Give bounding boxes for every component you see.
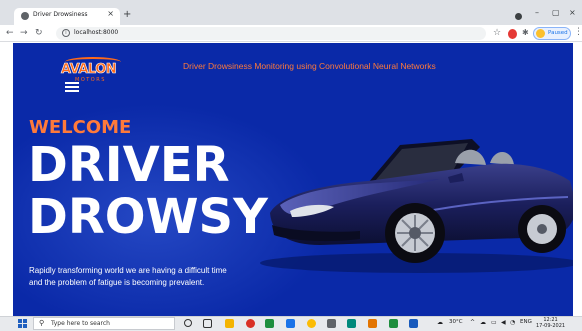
close-window-button[interactable]: × [569,8,576,17]
tab-title: Driver Drowsiness [33,11,88,18]
browser-menu-icon[interactable]: ⋮ [574,27,582,37]
globe-icon [21,12,29,20]
search-placeholder: Type here to search [51,320,110,327]
tagline-line2: and the problem of fatigue is becoming p… [29,278,205,287]
profile-paused-button[interactable]: Paused [533,27,571,40]
extensions-puzzle-icon[interactable]: ✱ [522,28,529,37]
weather-icon[interactable]: ☁ [437,319,443,326]
logo-word: AVALON [61,62,117,78]
extension-icon[interactable] [508,29,517,39]
app-teal-icon[interactable] [347,319,356,328]
maximize-button[interactable]: ▢ [552,8,560,17]
tray-chevron-icon[interactable]: ^ [470,319,475,326]
app-green-icon[interactable] [265,319,274,328]
hamburger-menu-icon[interactable] [65,82,79,92]
profile-status-label: Paused [548,30,568,36]
hero-tagline: Rapidly transforming world we are having… [29,265,279,289]
new-tab-button[interactable]: + [123,9,131,21]
search-icon: ⚲ [39,319,45,327]
weather-temp[interactable]: 30°C [449,319,463,325]
windows-start-icon[interactable] [18,319,27,328]
sports-car-image [260,139,573,273]
tagline-line1: Rapidly transforming world we are having… [29,266,227,275]
logo-sub: MOTORS [75,77,106,83]
reload-button[interactable]: ↻ [35,27,43,39]
page-hero: AVALON MOTORS Driver Drowsiness Monitori… [13,43,573,316]
tab-strip: Driver Drowsiness × + – ▢ × [0,0,582,25]
file-explorer-icon[interactable] [225,319,234,328]
task-view-icon[interactable] [203,319,212,328]
back-button[interactable]: ← [6,27,14,39]
app-red-icon[interactable] [246,319,255,328]
system-clock[interactable]: 12:21 17-09-2021 [536,317,565,329]
avalon-logo[interactable]: AVALON MOTORS [61,55,123,85]
battery-icon[interactable]: ▭ [491,319,497,326]
avatar [536,29,545,38]
tab-driver-drowsiness[interactable]: Driver Drowsiness × [14,8,120,25]
welcome-heading: WELCOME [29,117,132,138]
page-headline: Driver Drowsiness Monitoring using Convo… [183,61,436,71]
address-bar[interactable]: i localhost:8000 [56,27,486,40]
url-text[interactable]: localhost:8000 [74,29,118,36]
vscode-icon[interactable] [286,319,295,328]
minimize-button[interactable]: – [535,8,539,17]
word-icon[interactable] [409,319,418,328]
network-icon[interactable]: ◔ [510,319,515,326]
notepad-icon[interactable] [327,319,336,328]
browser-window: Driver Drowsiness × + – ▢ × ← → ↻ i loca… [0,0,582,331]
bookmark-star-icon[interactable]: ☆ [493,28,501,38]
language-indicator[interactable]: ENG [520,319,532,325]
chrome-icon[interactable] [307,319,316,328]
clock-date: 17-09-2021 [536,323,566,329]
cloud-icon[interactable]: ☁ [480,319,486,326]
close-tab-icon[interactable]: × [107,9,114,18]
app-orange-icon[interactable] [368,319,377,328]
excel-icon[interactable] [389,319,398,328]
info-icon[interactable]: i [62,29,70,37]
volume-icon[interactable]: ◀ [501,319,506,326]
taskbar-search-input[interactable]: ⚲ Type here to search [33,317,175,330]
forward-button[interactable]: → [20,27,28,39]
cortana-icon[interactable] [184,319,192,327]
profile-icon[interactable] [515,13,522,20]
hero-title-line1: DRIVER [28,137,230,193]
